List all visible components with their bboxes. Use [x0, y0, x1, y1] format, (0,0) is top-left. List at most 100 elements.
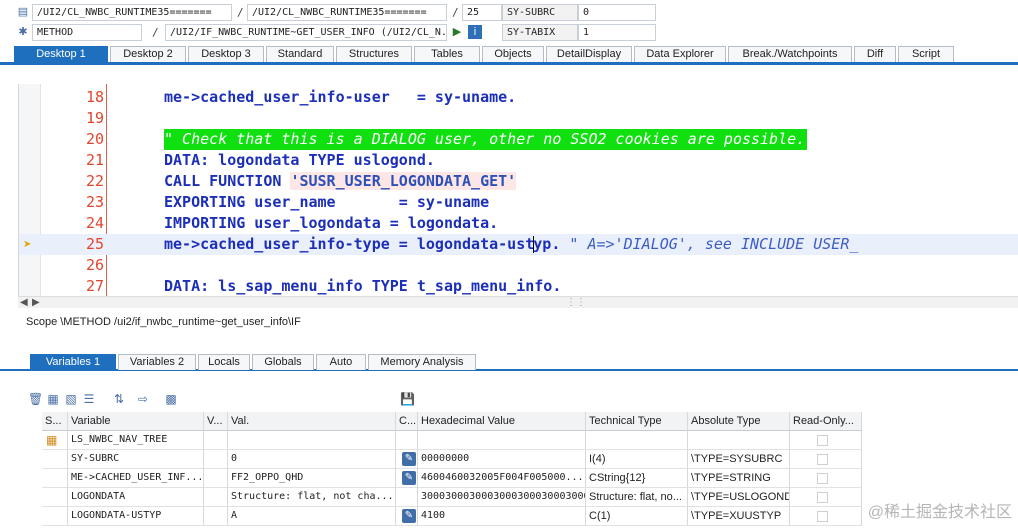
variable-cell[interactable]: LS_NWBC_NAV_TREE — [68, 431, 204, 450]
table-row[interactable]: ME->CACHED_USER_INF... FF2_OPPO_QHD ✎ 46… — [42, 469, 862, 488]
tab-auto[interactable]: Auto — [316, 354, 366, 370]
scroll-grip-icon[interactable]: ⋮⋮ — [566, 297, 586, 308]
grid-header: S... Variable V... Val. C... Hexadecimal… — [42, 412, 862, 431]
copy-icon[interactable]: ▧ — [64, 392, 78, 406]
read-only-checkbox[interactable] — [817, 510, 828, 522]
tab-diff[interactable]: Diff — [854, 46, 896, 62]
read-only-checkbox[interactable] — [817, 491, 828, 503]
sort-icon[interactable]: ⇅ — [112, 392, 126, 406]
source-code-editor[interactable]: 18 me->cached_user_info-user = sy-uname.… — [18, 84, 1018, 297]
column-header[interactable]: S... — [42, 412, 68, 431]
tab-variables-2[interactable]: Variables 2 — [118, 354, 196, 370]
code-line[interactable]: 22 CALL FUNCTION 'SUSR_USER_LOGONDATA_GE… — [19, 171, 1018, 192]
current-code-line[interactable]: ➤ 25 me->cached_user_info-type = logonda… — [19, 234, 1018, 255]
tab-breakpoints[interactable]: Break./Watchpoints — [728, 46, 852, 62]
code-text: me->cached_user_info-type = logondata-us… — [164, 235, 859, 253]
tab-script[interactable]: Script — [898, 46, 954, 62]
read-only-checkbox[interactable] — [817, 434, 828, 446]
code-text: me->cached_user_info-user = sy-uname. — [164, 88, 517, 106]
status-cell — [42, 488, 68, 507]
tab-memory-analysis[interactable]: Memory Analysis — [368, 354, 476, 370]
table-row[interactable]: LOGONDATA Structure: flat, not cha... 30… — [42, 488, 862, 507]
v-cell — [204, 507, 228, 526]
table-row[interactable]: LOGONDATA-USTYP A ✎ 4100 C(1) \TYPE=XUUS… — [42, 507, 862, 526]
scroll-right-icon[interactable]: ▶ — [32, 297, 40, 308]
code-text: DATA: logondata TYPE uslogond. — [164, 151, 435, 169]
tab-desktop-2[interactable]: Desktop 2 — [110, 46, 186, 62]
line-number: 18 — [85, 88, 104, 106]
include-field[interactable]: /UI2/CL_NWBC_RUNTIME35======= — [247, 4, 447, 21]
value-cell[interactable]: 0 — [228, 450, 396, 469]
value-cell[interactable]: A — [228, 507, 396, 526]
navigate-icon[interactable]: ▶ — [450, 25, 464, 39]
column-header[interactable]: Val. — [228, 412, 396, 431]
column-header[interactable]: Technical Type — [586, 412, 688, 431]
transfer-icon[interactable]: ⇨ — [136, 392, 150, 406]
tab-globals[interactable]: Globals — [252, 354, 314, 370]
tab-locals[interactable]: Locals — [198, 354, 250, 370]
insert-icon[interactable]: ▦ — [46, 392, 60, 406]
info-icon[interactable]: i — [468, 25, 482, 39]
read-only-checkbox[interactable] — [817, 472, 828, 484]
tab-detail-display[interactable]: DetailDisplay — [546, 46, 632, 62]
watermark: @稀土掘金技术社区 — [867, 504, 1012, 521]
variable-cell[interactable]: ME->CACHED_USER_INF... — [68, 469, 204, 488]
hex-cell: 4600460032005F004F005000... — [418, 469, 586, 488]
column-header[interactable]: C... — [396, 412, 418, 431]
code-text: IMPORTING user_logondata = logondata. — [164, 214, 499, 232]
delete-icon[interactable]: 🗑 — [28, 392, 43, 406]
column-header[interactable]: Hexadecimal Value — [418, 412, 586, 431]
value-cell[interactable]: Structure: flat, not cha... — [228, 488, 396, 507]
code-line[interactable]: 18 me->cached_user_info-user = sy-uname. — [19, 87, 1018, 108]
code-line[interactable]: 20 " Check that this is a DIALOG user, o… — [19, 129, 1018, 150]
method-field[interactable]: /UI2/IF_NWBC_RUNTIME~GET_USER_INFO (/UI2… — [165, 24, 447, 41]
tab-desktop-3[interactable]: Desktop 3 — [188, 46, 264, 62]
variables-toolbar: 🗑 ▦ ▧ ☰ ⇅ ⇨ ▩ 💾 — [28, 392, 415, 408]
pencil-icon[interactable]: ✎ — [402, 452, 416, 467]
table-row[interactable]: SY-SUBRC 0 ✎ 00000000 I(4) \TYPE=SYSUBRC — [42, 450, 862, 469]
value-cell[interactable] — [228, 431, 396, 450]
scroll-left-icon[interactable]: ◀ — [20, 297, 28, 308]
sysvar-name-1: SY-SUBRC — [502, 4, 578, 21]
column-header[interactable]: Absolute Type — [688, 412, 790, 431]
editor-horizontal-scrollbar[interactable]: ◀ ▶ ⋮⋮ — [18, 296, 1018, 308]
tab-tables[interactable]: Tables — [414, 46, 480, 62]
tab-standard[interactable]: Standard — [266, 46, 334, 62]
table-row[interactable]: ▦ LS_NWBC_NAV_TREE — [42, 431, 862, 450]
save-icon[interactable]: 💾 — [400, 392, 415, 406]
code-line[interactable]: 24 IMPORTING user_logondata = logondata. — [19, 213, 1018, 234]
hex-cell — [418, 431, 586, 450]
column-header[interactable]: Variable — [68, 412, 204, 431]
change-cell: ✎ — [396, 469, 418, 488]
tab-data-explorer[interactable]: Data Explorer — [634, 46, 726, 62]
tree-icon[interactable]: ▩ — [164, 392, 178, 406]
v-cell — [204, 488, 228, 507]
tab-variables-1[interactable]: Variables 1 — [30, 354, 116, 370]
line-field[interactable]: 25 — [462, 4, 502, 21]
read-only-checkbox[interactable] — [817, 453, 828, 465]
code-line[interactable]: 26 — [19, 255, 1018, 276]
code-line[interactable]: 21 DATA: logondata TYPE uslogond. — [19, 150, 1018, 171]
value-cell[interactable]: FF2_OPPO_QHD — [228, 469, 396, 488]
type-field[interactable]: METHOD — [32, 24, 142, 41]
tab-desktop-1[interactable]: Desktop 1 — [14, 46, 108, 62]
sysvar-value-2: 1 — [578, 24, 656, 41]
variable-cell[interactable]: SY-SUBRC — [68, 450, 204, 469]
code-line[interactable]: 19 — [19, 108, 1018, 129]
header-row-2: ✱ METHOD / /UI2/IF_NWBC_RUNTIME~GET_USER… — [0, 22, 1018, 42]
program-field[interactable]: /UI2/CL_NWBC_RUNTIME35======= — [32, 4, 232, 21]
column-header[interactable]: Read-Only... — [790, 412, 862, 431]
tab-structures[interactable]: Structures — [336, 46, 412, 62]
code-line[interactable]: 23 EXPORTING user_name = sy-uname — [19, 192, 1018, 213]
variable-cell[interactable]: LOGONDATA-USTYP — [68, 507, 204, 526]
tab-objects[interactable]: Objects — [482, 46, 544, 62]
code-line[interactable]: 27 DATA: ls_sap_menu_info TYPE t_sap_men… — [19, 276, 1018, 297]
pencil-icon[interactable]: ✎ — [402, 471, 416, 486]
pencil-icon[interactable]: ✎ — [402, 509, 416, 524]
tech-type-cell — [586, 431, 688, 450]
change-cell — [396, 431, 418, 450]
column-header[interactable]: V... — [204, 412, 228, 431]
list-icon[interactable]: ☰ — [82, 392, 96, 406]
change-cell: ✎ — [396, 507, 418, 526]
variable-cell[interactable]: LOGONDATA — [68, 488, 204, 507]
